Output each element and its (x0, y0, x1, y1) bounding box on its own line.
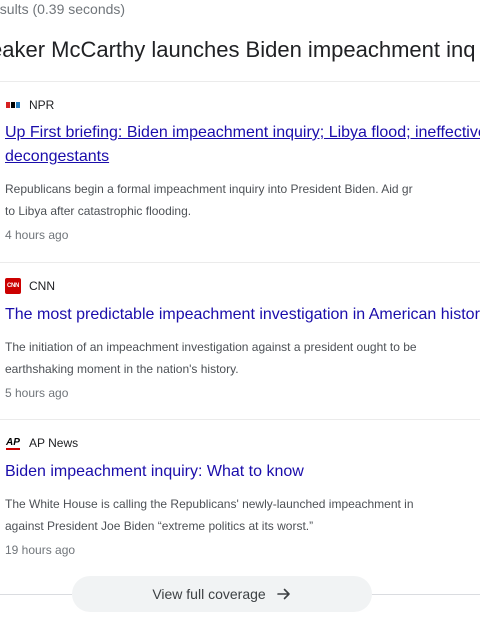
full-coverage-panel: esults (0.39 seconds) eaker McCarthy lau… (0, 0, 480, 631)
article-timestamp: 19 hours ago (5, 543, 76, 557)
headline-line: Biden impeachment inquiry: What to know (5, 463, 304, 480)
article-source: CNN CNN (5, 278, 480, 294)
results-stats: esults (0.39 seconds) (0, 1, 126, 17)
article-source: NPR (5, 97, 480, 113)
headline-line: The most predictable impeachment investi… (5, 306, 480, 323)
article-headline-link[interactable]: Up First briefing: Biden impeachment inq… (5, 121, 480, 169)
article-snippet: Republicans begin a formal impeachment i… (5, 178, 480, 222)
news-article-cnn: CNN CNN The most predictable impeachment… (5, 278, 480, 400)
news-article-npr: NPR Up First briefing: Biden impeachment… (5, 97, 480, 242)
snippet-line: The White House is calling the Republica… (5, 497, 414, 511)
coverage-divider-right (372, 594, 480, 595)
article-headline-link[interactable]: The most predictable impeachment investi… (5, 303, 480, 327)
source-name: NPR (29, 98, 55, 112)
view-full-coverage-label: View full coverage (152, 586, 266, 602)
snippet-line: to Libya after catastrophic flooding. (5, 204, 192, 218)
view-full-coverage-button[interactable]: View full coverage (72, 576, 372, 612)
headline-line: Up First briefing: Biden impeachment inq… (5, 124, 480, 141)
article-timestamp: 5 hours ago (5, 386, 69, 400)
news-article-ap: AP AP News Biden impeachment inquiry: Wh… (5, 435, 480, 557)
divider (0, 81, 480, 82)
npr-logo-icon (5, 97, 21, 113)
coverage-divider-left (0, 594, 72, 595)
headline-line: decongestants (5, 148, 110, 165)
snippet-line: against President Joe Biden “extreme pol… (5, 519, 314, 533)
divider (0, 419, 480, 420)
divider (0, 262, 480, 263)
source-name: CNN (29, 279, 55, 293)
article-snippet: The initiation of an impeachment investi… (5, 336, 480, 380)
article-timestamp: 4 hours ago (5, 228, 69, 242)
source-name: AP News (29, 436, 79, 450)
cnn-logo-icon: CNN (5, 278, 21, 294)
arrow-right-icon (276, 586, 292, 602)
snippet-line: The initiation of an impeachment investi… (5, 340, 417, 354)
article-source: AP AP News (5, 435, 480, 451)
ap-logo-icon: AP (6, 437, 20, 450)
snippet-line: earthshaking moment in the nation's hist… (5, 362, 239, 376)
article-snippet: The White House is calling the Republica… (5, 493, 480, 537)
snippet-line: Republicans begin a formal impeachment i… (5, 182, 413, 196)
story-cluster-title[interactable]: eaker McCarthy launches Biden impeachmen… (0, 37, 475, 63)
article-headline-link[interactable]: Biden impeachment inquiry: What to know (5, 460, 480, 484)
